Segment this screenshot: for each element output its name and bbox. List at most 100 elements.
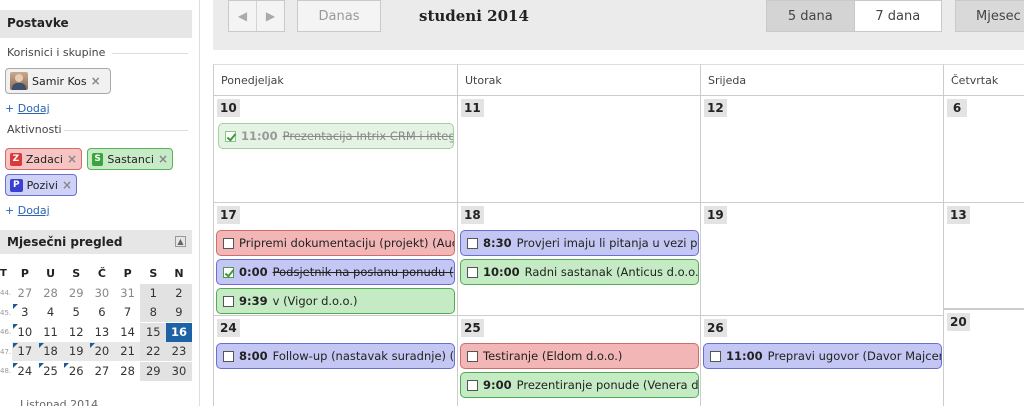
event-item[interactable]: 10:00 Radni sastanak (Anticus d.o.o. [460,259,699,285]
remove-user-icon[interactable]: × [91,74,101,88]
mini-calendar-day[interactable]: 6 [89,303,115,322]
event-item[interactable]: 11:00 Prepravi ugovor (Davor Majcen [703,343,942,369]
event-item[interactable]: 8:30 Provjeri imaju li pitanja u vezi pc [460,230,699,256]
mini-calendar-day[interactable]: 25 [38,362,64,381]
day-cell[interactable]: 20 [943,309,1024,406]
mini-calendar-day[interactable]: 5 [63,303,89,322]
view-5-days-button[interactable]: 5 dana [767,1,854,31]
mini-calendar-day[interactable]: 20 [89,342,115,362]
event-title: Prezentiranje ponude (Venera d. [516,378,699,392]
event-item[interactable]: 11:00 Prezentacija Intrix CRM i integr [218,123,454,149]
mini-calendar-today[interactable]: 16 [166,322,192,342]
mini-calendar-day[interactable]: 31 [115,284,141,303]
checkbox-icon[interactable] [223,295,234,307]
mini-calendar-day[interactable]: 13 [89,323,115,342]
mini-calendar-day[interactable]: 29 [63,284,89,303]
next-arrow-icon[interactable]: ▶ [256,1,284,31]
add-user-link[interactable]: + Dodaj [5,102,50,115]
day-cell[interactable]: 10 11:00 Prezentacija Intrix CRM i integ… [213,96,457,203]
mini-calendar-day[interactable]: 23 [166,342,192,362]
today-button[interactable]: Danas [297,0,381,32]
day-number: 20 [947,313,970,331]
add-activity-link[interactable]: + Dodaj [5,204,50,217]
checkbox-icon[interactable] [467,379,478,391]
day-number: 19 [704,206,727,224]
day-cell[interactable]: 11 [457,96,700,203]
mini-calendar-footer[interactable]: Listopad 2014 [20,398,98,406]
mini-calendar-day[interactable]: 1 [140,283,167,303]
mini-calendar-day[interactable]: 22 [140,342,167,362]
activities-label: Aktivnosti [7,123,62,136]
mini-calendar-day[interactable]: 27 [89,362,115,381]
event-marker-icon [38,362,44,368]
mini-calendar-day[interactable]: 9 [166,303,192,323]
event-item[interactable]: 8:00 Follow-up (nastavak suradnje) (S [216,343,455,369]
mini-calendar-day[interactable]: 17 [12,342,38,362]
mini-calendar-day[interactable]: 19 [63,342,90,362]
mini-calendar-day[interactable]: 2 [166,283,192,303]
weekday-label: P [20,267,29,281]
prev-arrow-icon[interactable]: ◀ [229,1,256,31]
day-number: 17 [217,206,240,224]
checkbox-icon[interactable] [223,237,234,249]
checkbox-icon[interactable] [710,350,721,362]
activity-chip-sastanci[interactable]: S Sastanci × [87,148,173,170]
mini-calendar-day[interactable]: 24 [12,362,38,381]
checkbox-icon[interactable] [467,266,478,278]
mini-calendar-day[interactable]: 4 [38,303,64,322]
mini-calendar-day[interactable]: 12 [63,323,89,342]
mini-calendar-weekdays: T P U S Č P S N [0,264,192,284]
mini-calendar-day[interactable]: 29 [140,361,167,381]
mini-calendar-day[interactable]: 27 [12,284,38,303]
day-cell[interactable]: 25 Testiranje (Eldom d.o.o.) 9:00 Prezen… [457,316,700,406]
mini-calendar-day[interactable]: 21 [114,342,141,362]
day-cell[interactable]: 26 11:00 Prepravi ugovor (Davor Majcen [700,316,943,406]
checkbox-checked-icon[interactable] [225,130,236,142]
event-marker-icon [13,362,18,368]
event-item[interactable]: Pripremi dokumentaciju (projekt) (Auc [216,230,455,256]
sidebar: Postavke Korisnici i skupine Samir Kos ×… [0,0,200,406]
mini-calendar-day[interactable]: 10 [12,323,38,342]
mini-calendar-day[interactable]: 7 [115,303,141,322]
day-cell[interactable]: 24 8:00 Follow-up (nastavak suradnje) (S [213,316,457,406]
activity-chip-pozivi[interactable]: P Pozivi × [5,174,77,196]
day-cell[interactable]: 17 Pripremi dokumentaciju (projekt) (Auc… [213,203,457,316]
event-item[interactable]: Testiranje (Eldom d.o.o.) [460,343,699,369]
activity-chip-zadaci[interactable]: Z Zadaci × [5,148,82,170]
weekday-label: S [72,267,81,281]
checkbox-icon[interactable] [467,237,478,249]
mini-calendar-day[interactable]: 15 [140,322,167,342]
mini-calendar-day[interactable]: 14 [115,323,141,342]
collapse-icon[interactable]: ▲ [175,236,186,247]
event-item[interactable]: 9:39 v (Vigor d.o.o.) [216,288,455,314]
day-cell[interactable]: 18 8:30 Provjeri imaju li pitanja u vezi… [457,203,700,316]
day-number: 26 [704,319,727,337]
view-month-button[interactable]: Mjesec [955,0,1024,32]
view-7-days-button[interactable]: 7 dana [853,1,941,31]
event-title: Pripremi dokumentaciju (projekt) (Auc [239,236,455,250]
mini-calendar-day[interactable]: 8 [140,303,167,323]
remove-activity-icon[interactable]: × [62,178,72,192]
remove-activity-icon[interactable]: × [67,152,77,166]
mini-calendar-day[interactable]: 26 [63,362,89,381]
checkbox-checked-icon[interactable] [223,266,234,278]
mini-calendar-day[interactable]: 11 [38,323,64,342]
mini-calendar-day[interactable]: 28 [38,284,64,303]
mini-calendar-day[interactable]: 18 [37,342,64,362]
day-cell[interactable]: 13 [943,203,1024,309]
user-chip[interactable]: Samir Kos × [5,68,111,94]
event-item[interactable]: 9:00 Prezentiranje ponude (Venera d. [460,372,699,398]
day-cell[interactable]: 6 [943,96,1024,203]
day-cell[interactable]: 12 [700,96,943,203]
day-cell[interactable]: 19 [700,203,943,316]
event-item[interactable]: 0:00 Podsjetnik na poslanu ponudu ( [216,259,455,285]
mini-calendar-day[interactable]: 30 [166,361,192,381]
mini-calendar-day[interactable]: 30 [89,284,115,303]
event-title: Radni sastanak (Anticus d.o.o. [524,265,699,279]
mini-calendar-day[interactable]: 3 [12,303,38,322]
mini-calendar-day[interactable]: 28 [115,362,141,381]
meetings-badge-icon: S [92,152,104,166]
remove-activity-icon[interactable]: × [158,152,168,166]
checkbox-icon[interactable] [223,350,234,362]
checkbox-icon[interactable] [467,350,478,362]
